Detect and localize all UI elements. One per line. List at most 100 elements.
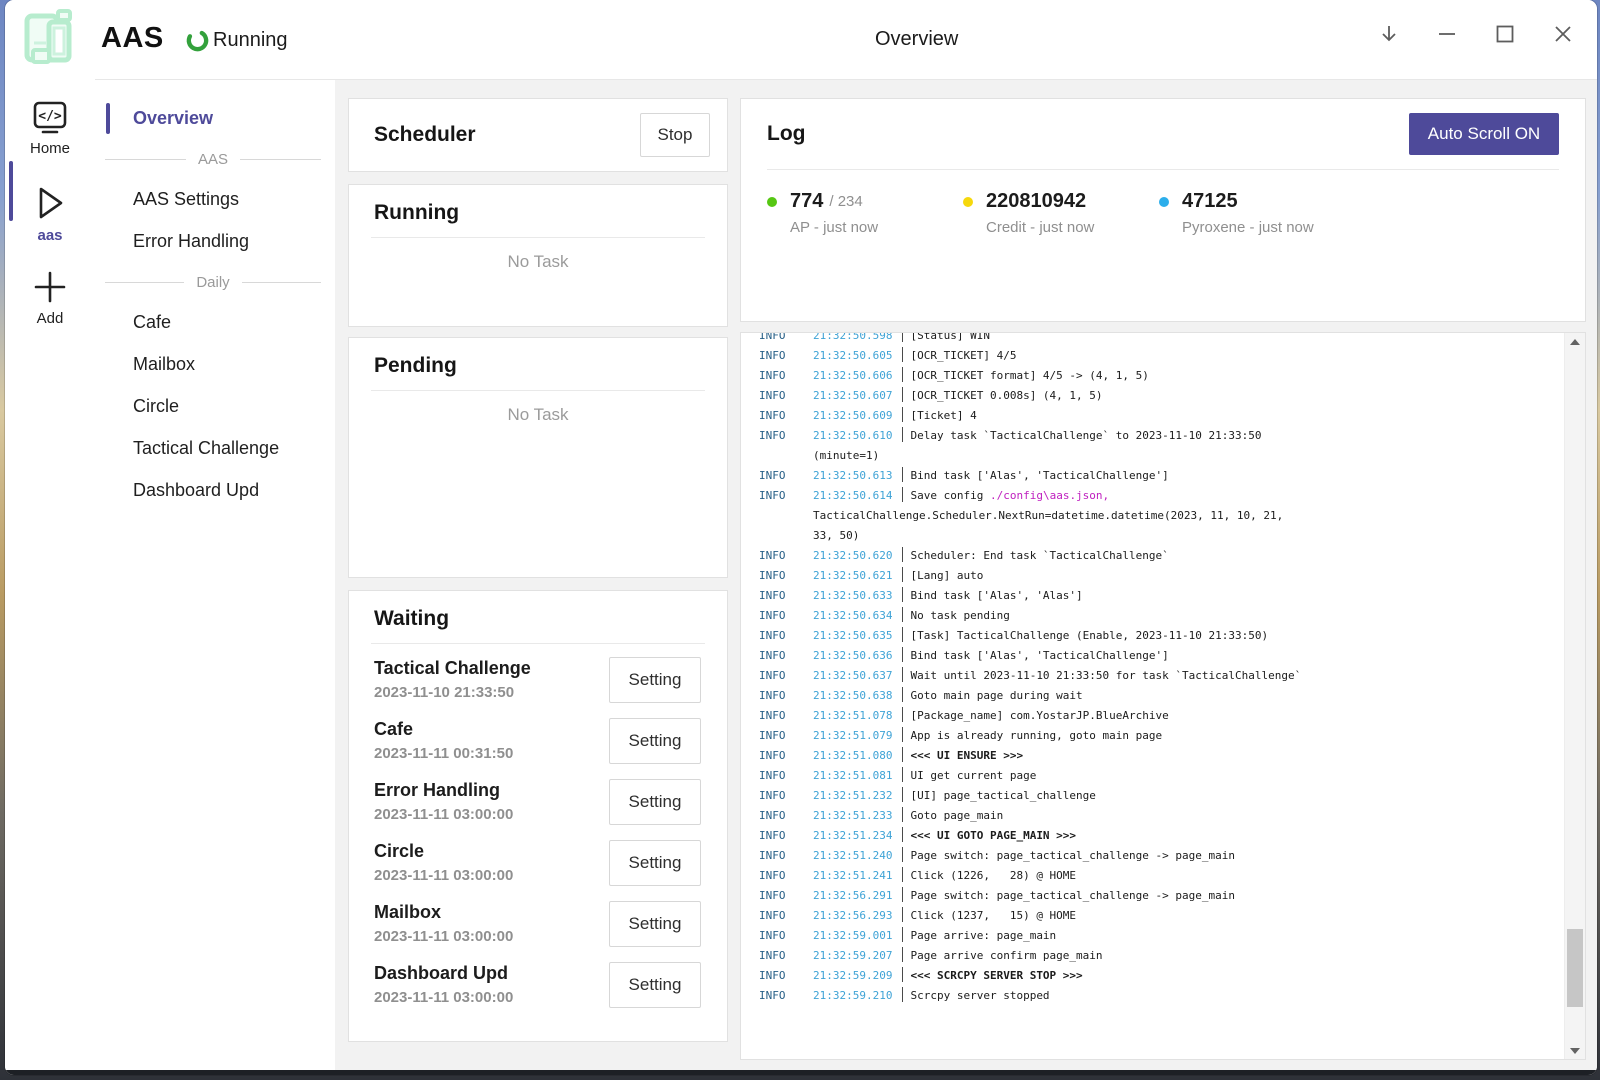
log-line: INFO21:32:56.293Click (1237, 15) @ HOME: [759, 906, 1565, 926]
rail-item-aas[interactable]: aas: [5, 157, 95, 244]
log-line: INFO21:32:51.078[Package_name] com.Yosta…: [759, 706, 1565, 726]
minimize-button[interactable]: [1427, 14, 1467, 54]
log-line: INFO21:32:50.598[Status] WIN: [759, 332, 1565, 346]
stat-ap: 774 / 234 AP - just now: [767, 190, 963, 236]
auto-scroll-button[interactable]: Auto Scroll ON: [1409, 113, 1559, 155]
running-spinner-icon: [185, 28, 210, 53]
log-line: INFO21:32:59.207Page arrive confirm page…: [759, 946, 1565, 966]
log-line: INFO21:32:51.079App is already running, …: [759, 726, 1565, 746]
task-name: Error Handling: [374, 780, 513, 801]
log-title: Log: [767, 122, 805, 146]
waiting-task-row: Cafe2023-11-11 00:31:50Setting: [374, 710, 701, 771]
waiting-card: Waiting Tactical Challenge 2023-11-10 21:…: [348, 590, 728, 1042]
log-line: INFO21:32:51.241Click (1226, 28) @ HOME: [759, 866, 1565, 886]
scheduler-title: Scheduler: [374, 123, 476, 147]
nav-item-label: Error Handling: [95, 231, 249, 252]
rail-label-add: Add: [37, 310, 64, 327]
task-name: Tactical Challenge: [374, 658, 531, 679]
title-bar: AAS Running Overview: [5, 0, 1597, 80]
log-lines: INFO21:32:50.598[Status] WIN INFO21:32:50…: [741, 332, 1565, 1006]
nav-section-daily: Daily: [95, 267, 335, 297]
log-console[interactable]: INFO21:32:50.598[Status] WIN INFO21:32:50…: [740, 332, 1586, 1060]
close-button[interactable]: [1543, 14, 1583, 54]
log-line: INFO21:32:50.636Bind task ['Alas', 'Tact…: [759, 646, 1565, 666]
nav-item-mailbox[interactable]: Mailbox: [95, 348, 335, 381]
task-name: Dashboard Upd: [374, 963, 513, 984]
active-indicator-bar: [106, 103, 110, 134]
maximize-button[interactable]: [1485, 14, 1525, 54]
setting-button-error-handling[interactable]: Setting: [609, 779, 701, 825]
running-title: Running: [374, 201, 459, 224]
minimize-icon: [1436, 23, 1458, 45]
log-scrollbar[interactable]: [1564, 333, 1585, 1059]
stat-dot-icon: [767, 197, 777, 207]
stat-dot-icon: [1159, 197, 1169, 207]
task-next-run-time: 2023-11-11 03:00:00: [374, 867, 513, 884]
active-indicator-bar: [9, 161, 13, 221]
task-next-run-time: 2023-11-11 03:00:00: [374, 989, 513, 1006]
log-line: (minute=1): [759, 446, 1565, 466]
log-line: INFO21:32:51.240Page switch: page_tactic…: [759, 846, 1565, 866]
waiting-title: Waiting: [374, 607, 449, 630]
nav-item-overview[interactable]: Overview: [95, 102, 335, 135]
log-line: INFO21:32:50.637Wait until 2023-11-10 21…: [759, 666, 1565, 686]
nav-item-tactical-challenge[interactable]: Tactical Challenge: [95, 432, 335, 465]
svg-text:</>: </>: [38, 109, 62, 124]
rail-label-home: Home: [30, 140, 70, 157]
setting-button-circle[interactable]: Setting: [609, 840, 701, 886]
stat-credit: 220810942Credit - just now: [963, 190, 1159, 236]
resource-stats: 774 / 234 AP - just now220810942Credit - j…: [741, 170, 1585, 236]
nav-item-circle[interactable]: Circle: [95, 390, 335, 423]
stat-value: 774: [790, 190, 823, 213]
nav-item-error-handling[interactable]: Error Handling: [95, 225, 335, 258]
task-name: Mailbox: [374, 902, 513, 923]
stat-value: 220810942: [986, 190, 1086, 213]
download-arrow-icon: [1378, 23, 1400, 45]
update-download-button[interactable]: [1369, 14, 1409, 54]
scrollbar-thumb[interactable]: [1567, 929, 1583, 1007]
nav-item-aas-settings[interactable]: AAS Settings: [95, 183, 335, 216]
nav-item-label: Overview: [95, 108, 213, 129]
rail-item-add[interactable]: Add: [5, 244, 95, 327]
close-icon: [1552, 23, 1574, 45]
log-line: INFO21:32:50.613Bind task ['Alas', 'Tact…: [759, 466, 1565, 486]
nav-item-dashboard-upd[interactable]: Dashboard Upd: [95, 474, 335, 507]
waiting-task-row: Circle 2023-11-11 03:00:00 Setting: [374, 832, 701, 893]
nav-item-label: Circle: [95, 396, 179, 417]
log-line: INFO21:32:51.232[UI] page_tactical_chall…: [759, 786, 1565, 806]
scheduler-status-text: Running: [213, 29, 288, 52]
stop-button[interactable]: Stop: [640, 113, 710, 157]
running-card: Running No Task: [348, 184, 728, 327]
app-name: AAS: [101, 22, 164, 55]
stat-label: AP - just now: [790, 219, 963, 236]
nav-item-cafe[interactable]: Cafe: [95, 306, 335, 339]
log-line: INFO21:32:50.620Scheduler: End task `Tac…: [759, 546, 1565, 566]
setting-button-mailbox[interactable]: Setting: [609, 901, 701, 947]
stat-dot-icon: [963, 197, 973, 207]
setting-button-dashboard-upd[interactable]: Setting: [609, 962, 701, 1008]
log-line: INFO21:32:51.234<<< UI GOTO PAGE_MAIN >>…: [759, 826, 1565, 846]
setting-button-tactical-challenge[interactable]: Setting: [609, 657, 701, 703]
pending-empty-text: No Task: [349, 405, 727, 425]
log-line: INFO21:32:50.607[OCR_TICKET 0.008s] (4, …: [759, 386, 1565, 406]
task-next-run-time: 2023-11-10 21:33:50: [374, 684, 531, 701]
scheduler-card: Scheduler Stop: [348, 98, 728, 172]
log-line: INFO21:32:50.634No task pending: [759, 606, 1565, 626]
scrollbar-up-arrow[interactable]: [1565, 333, 1585, 350]
scrollbar-down-arrow[interactable]: [1565, 1042, 1585, 1059]
setting-button-cafe[interactable]: Setting: [609, 718, 701, 764]
log-line: INFO21:32:50.635[Task] TacticalChallenge…: [759, 626, 1565, 646]
log-line: 33, 50): [759, 526, 1565, 546]
log-line: TacticalChallenge.Scheduler.NextRun=date…: [759, 506, 1565, 526]
window-page-title: Overview: [875, 28, 1075, 51]
running-empty-text: No Task: [349, 252, 727, 272]
stat-max: / 234: [829, 193, 862, 210]
task-name: Circle: [374, 841, 513, 862]
maximize-icon: [1494, 23, 1516, 45]
rail-item-home[interactable]: </> Home: [5, 80, 95, 157]
log-line: INFO21:32:51.081UI get current page: [759, 766, 1565, 786]
code-window-icon: </>: [31, 100, 69, 136]
nav-section-aas: AAS: [95, 144, 335, 174]
pending-title: Pending: [374, 354, 457, 377]
nav-item-label: Tactical Challenge: [95, 438, 279, 459]
